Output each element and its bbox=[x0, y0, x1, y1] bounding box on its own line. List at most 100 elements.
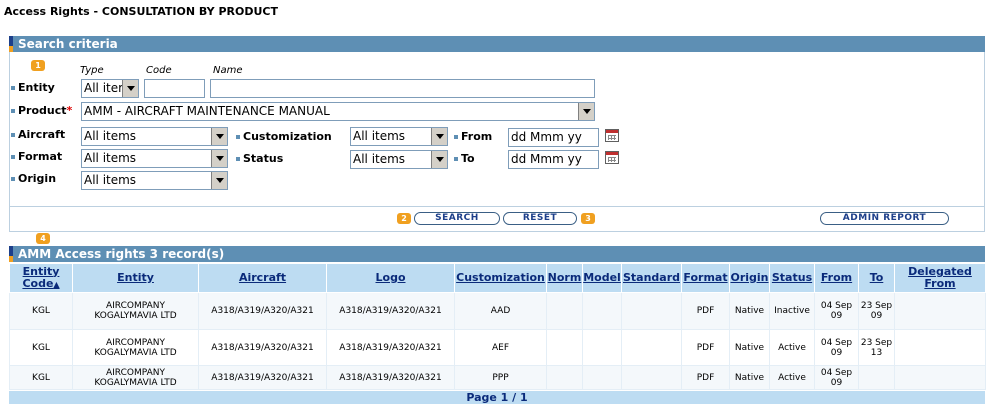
from-label: From bbox=[454, 130, 492, 143]
help-badge-4[interactable]: 4 bbox=[36, 233, 50, 244]
cell-model bbox=[582, 329, 622, 366]
cell-standard bbox=[621, 292, 682, 330]
chevron-down-icon bbox=[431, 128, 447, 145]
cell-delegated-from bbox=[894, 329, 986, 366]
col-status[interactable]: Status bbox=[769, 263, 815, 293]
cell-from: 04 Sep 09 bbox=[814, 365, 859, 390]
col-model[interactable]: Model bbox=[582, 263, 622, 293]
col-entity[interactable]: Entity bbox=[72, 263, 199, 293]
type-column-header: Type bbox=[80, 65, 104, 76]
chevron-down-icon bbox=[431, 151, 447, 168]
chevron-down-icon bbox=[211, 150, 227, 167]
cell-from: 04 Sep 09 bbox=[814, 329, 859, 366]
to-label: To bbox=[454, 152, 475, 165]
aircraft-label: Aircraft bbox=[11, 128, 65, 141]
search-criteria-header: Search criteria bbox=[9, 36, 985, 52]
col-origin[interactable]: Origin bbox=[729, 263, 770, 293]
header-accent bbox=[9, 36, 13, 52]
cell-model bbox=[582, 292, 622, 330]
code-column-header: Code bbox=[146, 65, 172, 76]
customization-select[interactable]: All items bbox=[350, 127, 448, 146]
cell-aircraft: A318/A319/A320/A321 bbox=[198, 292, 327, 330]
required-mark: * bbox=[66, 104, 73, 117]
col-customization[interactable]: Customization bbox=[454, 263, 547, 293]
format-label: Format bbox=[11, 150, 62, 163]
criteria-separator bbox=[9, 206, 985, 207]
cell-status: Inactive bbox=[769, 292, 815, 330]
from-date-input[interactable]: dd Mmm yy bbox=[508, 128, 599, 147]
format-value: All items bbox=[84, 151, 137, 165]
cell-entity: AIRCOMPANY KOGALYMAVIA LTD bbox=[72, 292, 199, 330]
table-row: KGL AIRCOMPANY KOGALYMAVIA LTD A318/A319… bbox=[9, 329, 986, 366]
chevron-down-icon bbox=[211, 128, 227, 145]
table-row: KGL AIRCOMPANY KOGALYMAVIA LTD A318/A319… bbox=[9, 365, 986, 390]
status-select[interactable]: All items bbox=[350, 150, 448, 169]
cell-aircraft: A318/A319/A320/A321 bbox=[198, 365, 327, 390]
col-format[interactable]: Format bbox=[681, 263, 730, 293]
col-aircraft[interactable]: Aircraft bbox=[198, 263, 327, 293]
cell-origin: Native bbox=[729, 365, 770, 390]
origin-select[interactable]: All items bbox=[81, 171, 228, 190]
cell-origin: Native bbox=[729, 329, 770, 366]
reset-button[interactable]: RESET bbox=[503, 212, 577, 225]
entity-code-input[interactable] bbox=[144, 79, 205, 98]
cell-model bbox=[582, 365, 622, 390]
col-logo[interactable]: Logo bbox=[326, 263, 455, 293]
calendar-icon[interactable] bbox=[605, 151, 619, 164]
help-badge-1[interactable]: 1 bbox=[31, 60, 45, 71]
calendar-icon[interactable] bbox=[605, 129, 619, 142]
format-select[interactable]: All items bbox=[81, 149, 228, 168]
cell-customization: AAD bbox=[454, 292, 547, 330]
entity-name-input[interactable] bbox=[210, 79, 595, 98]
aircraft-select[interactable]: All items bbox=[81, 127, 228, 146]
help-badge-3[interactable]: 3 bbox=[581, 213, 595, 224]
chevron-down-icon bbox=[211, 172, 227, 189]
cell-to: 23 Sep 09 bbox=[858, 292, 895, 330]
sort-arrow-icon: ▲ bbox=[53, 279, 60, 289]
status-label: Status bbox=[236, 152, 283, 165]
origin-value: All items bbox=[84, 173, 137, 187]
search-button[interactable]: SEARCH bbox=[414, 212, 500, 225]
product-select[interactable]: AMM - AIRCRAFT MAINTENANCE MANUAL bbox=[81, 102, 595, 121]
cell-entity-code: KGL bbox=[9, 292, 73, 330]
col-from[interactable]: From bbox=[814, 263, 859, 293]
col-entity-code[interactable]: Entity Code▲ bbox=[9, 263, 73, 293]
cell-standard bbox=[621, 329, 682, 366]
cell-status: Active bbox=[769, 365, 815, 390]
cell-customization: PPP bbox=[454, 365, 547, 390]
cell-format: PDF bbox=[681, 292, 730, 330]
cell-entity-code: KGL bbox=[9, 365, 73, 390]
product-label-text: Product bbox=[18, 104, 67, 117]
header-accent bbox=[9, 246, 13, 262]
chevron-down-icon bbox=[578, 103, 594, 120]
cell-logo: A318/A319/A320/A321 bbox=[326, 365, 455, 390]
results-title: AMM Access rights 3 record(s) bbox=[18, 247, 225, 261]
col-norm[interactable]: Norm bbox=[546, 263, 583, 293]
cell-delegated-from bbox=[894, 365, 986, 390]
cell-entity-code: KGL bbox=[9, 329, 73, 366]
cell-norm bbox=[546, 292, 583, 330]
admin-report-button[interactable]: ADMIN REPORT bbox=[820, 212, 949, 225]
help-badge-2[interactable]: 2 bbox=[397, 213, 411, 224]
cell-to: 23 Sep 13 bbox=[858, 329, 895, 366]
col-delegated-from[interactable]: Delegated From bbox=[894, 263, 986, 293]
cell-logo: A318/A319/A320/A321 bbox=[326, 292, 455, 330]
entity-type-select[interactable]: All iter bbox=[81, 79, 139, 98]
cell-entity: AIRCOMPANY KOGALYMAVIA LTD bbox=[72, 329, 199, 366]
page-title: Access Rights - CONSULTATION BY PRODUCT bbox=[4, 5, 278, 18]
pagination-label: Page 1 / 1 bbox=[9, 391, 985, 404]
table-row: KGL AIRCOMPANY KOGALYMAVIA LTD A318/A319… bbox=[9, 292, 986, 330]
col-standard[interactable]: Standard bbox=[621, 263, 682, 293]
cell-format: PDF bbox=[681, 365, 730, 390]
product-label: Product* bbox=[11, 104, 72, 117]
aircraft-value: All items bbox=[84, 129, 137, 143]
to-date-input[interactable]: dd Mmm yy bbox=[508, 150, 599, 169]
col-to[interactable]: To bbox=[858, 263, 895, 293]
cell-entity: AIRCOMPANY KOGALYMAVIA LTD bbox=[72, 365, 199, 390]
access-rights-table: Entity Code▲ Entity Aircraft Logo Custom… bbox=[9, 263, 986, 390]
product-value: AMM - AIRCRAFT MAINTENANCE MANUAL bbox=[84, 104, 330, 118]
results-header: AMM Access rights 3 record(s) bbox=[9, 246, 985, 262]
cell-to bbox=[858, 365, 895, 390]
cell-origin: Native bbox=[729, 292, 770, 330]
cell-norm bbox=[546, 365, 583, 390]
